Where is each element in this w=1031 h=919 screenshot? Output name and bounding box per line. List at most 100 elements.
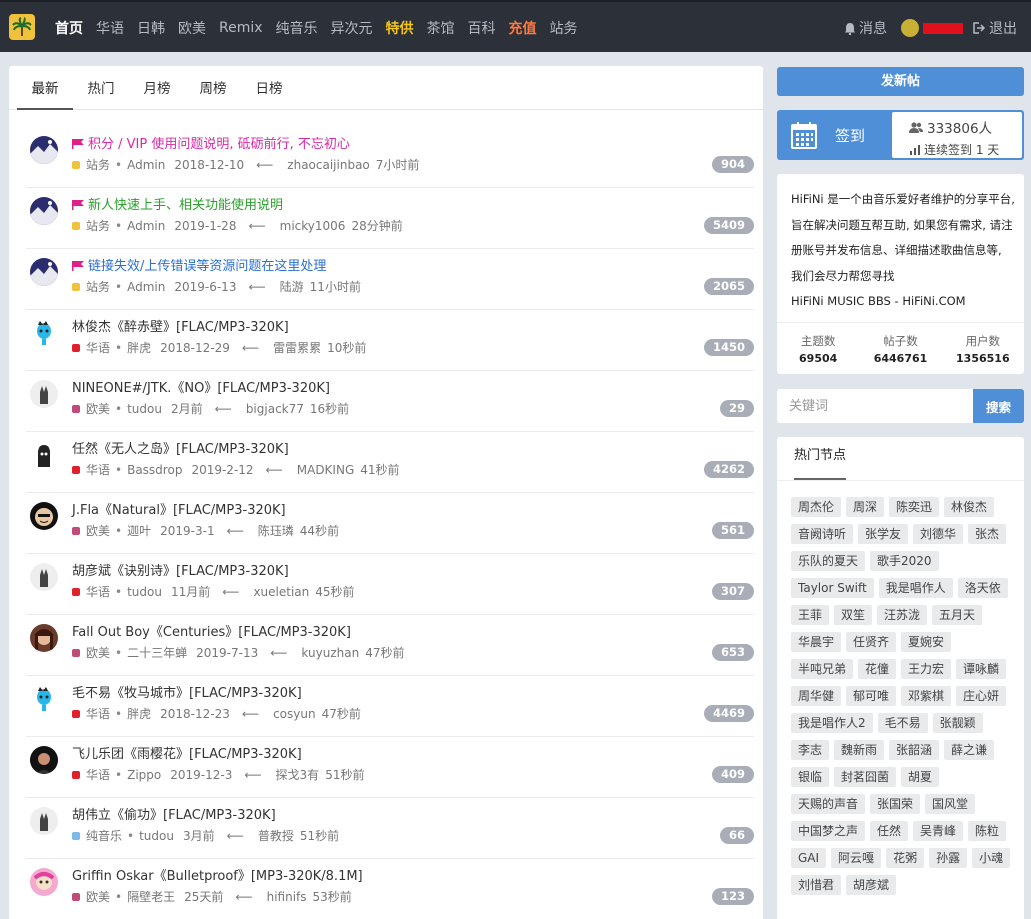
hot-tag[interactable]: 李志 [791,740,830,760]
forum-name[interactable]: 欧美 [86,400,110,417]
thread-title-link[interactable]: 任然《无人之岛》[FLAC/MP3-320K] [72,438,289,457]
forum-name[interactable]: 华语 [86,339,110,356]
hot-tag[interactable]: 国风堂 [925,794,976,814]
last-reply-user[interactable]: 陆游 [280,278,304,295]
author-avatar[interactable] [30,624,58,652]
hot-tag[interactable]: 陈粒 [968,821,1007,841]
hot-tag[interactable]: 邓紫棋 [901,686,952,706]
thread-title-link[interactable]: 林俊杰《醉赤壁》[FLAC/MP3-320K] [72,316,289,335]
nav-item-2[interactable]: 日韩 [137,18,165,38]
thread-title-link[interactable]: 链接失效/上传错误等资源问题在这里处理 [72,255,326,274]
author-name[interactable]: Admin [127,280,165,294]
hot-tag[interactable]: 周华健 [791,686,842,706]
hot-tag[interactable]: 花僮 [858,659,897,679]
thread-title-link[interactable]: 飞儿乐团《雨樱花》[FLAC/MP3-320K] [72,743,302,762]
hot-tag[interactable]: 歌手2020 [870,551,939,571]
author-name[interactable]: tudou [127,585,162,599]
author-name[interactable]: Admin [127,158,165,172]
last-reply-user[interactable]: 陈珏璘 [258,522,294,539]
site-logo[interactable] [9,14,35,40]
author-name[interactable]: Admin [127,219,165,233]
thread-title-link[interactable]: 胡彦斌《诀别诗》[FLAC/MP3-320K] [72,560,289,579]
thread-row[interactable]: 毛不易《牧马城市》[FLAC/MP3-320K] 华语 • 胖虎 2018-12-23 ⟵… [26,676,754,737]
thread-title-link[interactable]: 毛不易《牧马城市》[FLAC/MP3-320K] [72,682,302,701]
thread-row[interactable]: 任然《无人之岛》[FLAC/MP3-320K] 华语 • Bassdrop 2019-2… [26,432,754,493]
hot-tag[interactable]: 洛天依 [957,578,1008,598]
last-reply-user[interactable]: xueletian [253,585,309,599]
signin-button[interactable]: 签到 [777,110,891,160]
hot-tag[interactable]: 魏新雨 [834,740,885,760]
hot-tag[interactable]: 封茗囧菌 [834,767,897,787]
hot-tag[interactable]: 半吨兄弟 [791,659,854,679]
thread-title-link[interactable]: Griffin Oskar《Bulletproof》[MP3-320K/8.1M… [72,865,363,884]
nav-item-6[interactable]: 异次元 [331,18,373,38]
author-avatar[interactable] [30,197,58,225]
forum-name[interactable]: 站务 [86,156,110,173]
thread-row[interactable]: 胡彦斌《诀别诗》[FLAC/MP3-320K] 华语 • tudou 11月前 ⟵ xuel… [26,554,754,615]
tab-monthly[interactable]: 月榜 [129,66,185,110]
author-name[interactable]: 迦叶 [127,522,151,539]
author-avatar[interactable] [30,136,58,164]
author-name[interactable]: 胖虎 [127,705,151,722]
author-name[interactable]: Zippo [127,768,161,782]
search-input[interactable] [777,389,973,423]
hot-tag[interactable]: 夏婉安 [901,632,952,652]
nav-item-1[interactable]: 华语 [96,18,124,38]
thread-row[interactable]: Fall Out Boy《Centuries》[FLAC/MP3-320K] 欧美… [26,615,754,676]
thread-title-link[interactable]: 新人快速上手、相关功能使用说明 [72,194,283,213]
hot-tag[interactable]: 张杰 [968,524,1007,544]
hot-tag[interactable]: 胡彦斌 [846,875,897,895]
last-reply-user[interactable]: zhaocaijinbao [287,158,369,172]
nav-item-3[interactable]: 欧美 [178,18,206,38]
last-reply-user[interactable]: 探戈3有 [276,766,320,783]
thread-title-link[interactable]: Fall Out Boy《Centuries》[FLAC/MP3-320K] [72,621,351,640]
hot-tag[interactable]: 花粥 [886,848,925,868]
nav-item-11[interactable]: 站务 [550,18,578,38]
search-button[interactable]: 搜索 [973,389,1024,423]
hot-tag[interactable]: 谭咏麟 [956,659,1007,679]
hot-tag[interactable]: Taylor Swift [791,578,874,598]
hot-tag[interactable]: 郁可唯 [846,686,897,706]
hot-tag[interactable]: 薛之谦 [944,740,995,760]
hot-tag[interactable]: 乐队的夏天 [791,551,866,571]
messages-link[interactable]: 消息 [844,18,887,38]
hot-tag[interactable]: 周深 [846,497,885,517]
author-avatar[interactable] [30,441,58,469]
nav-item-8[interactable]: 茶馆 [427,18,455,38]
nav-item-7[interactable]: 特供 [386,18,414,38]
forum-name[interactable]: 站务 [86,278,110,295]
forum-name[interactable]: 欧美 [86,644,110,661]
logout-link[interactable]: 退出 [973,18,1017,38]
tab-latest[interactable]: 最新 [17,66,73,110]
forum-name[interactable]: 欧美 [86,522,110,539]
nav-item-4[interactable]: Remix [219,20,263,36]
last-reply-user[interactable]: MADKING [297,463,355,477]
hot-tag[interactable]: 张国荣 [870,794,921,814]
hot-tag[interactable]: 庄心妍 [956,686,1007,706]
author-name[interactable]: tudou [127,402,162,416]
last-reply-user[interactable]: 普教授 [258,827,294,844]
thread-title-link[interactable]: 胡伟立《偷功》[FLAC/MP3-320K] [72,804,276,823]
hot-tag[interactable]: 吴青峰 [913,821,964,841]
author-avatar[interactable] [30,746,58,774]
hot-tag[interactable]: 天赐的声音 [791,794,866,814]
hot-tag[interactable]: 张韶涵 [889,740,940,760]
hot-tag[interactable]: 银临 [791,767,830,787]
author-avatar[interactable] [30,685,58,713]
forum-name[interactable]: 华语 [86,705,110,722]
hot-tag[interactable]: 小魂 [972,848,1011,868]
last-reply-user[interactable]: micky1006 [280,219,346,233]
thread-row[interactable]: NINEONE#/JTK.《NO》[FLAC/MP3-320K] 欧美 • tudou… [26,371,754,432]
author-name[interactable]: Bassdrop [127,463,182,477]
hot-tag[interactable]: 张学友 [858,524,909,544]
last-reply-user[interactable]: kuyuzhan [301,646,359,660]
hot-tag[interactable]: 任然 [870,821,909,841]
hot-tag[interactable]: 双笙 [834,605,873,625]
hot-tag[interactable]: GAI [791,848,827,868]
hot-tag[interactable]: 我是唱作人2 [791,713,873,733]
thread-row[interactable]: J.Fla《Natural》[FLAC/MP3-320K] 欧美 • 迦叶 2019-3… [26,493,754,554]
thread-title-link[interactable]: NINEONE#/JTK.《NO》[FLAC/MP3-320K] [72,377,330,396]
author-avatar[interactable] [30,868,58,896]
hot-tag[interactable]: 音阙诗听 [791,524,854,544]
author-avatar[interactable] [30,807,58,835]
